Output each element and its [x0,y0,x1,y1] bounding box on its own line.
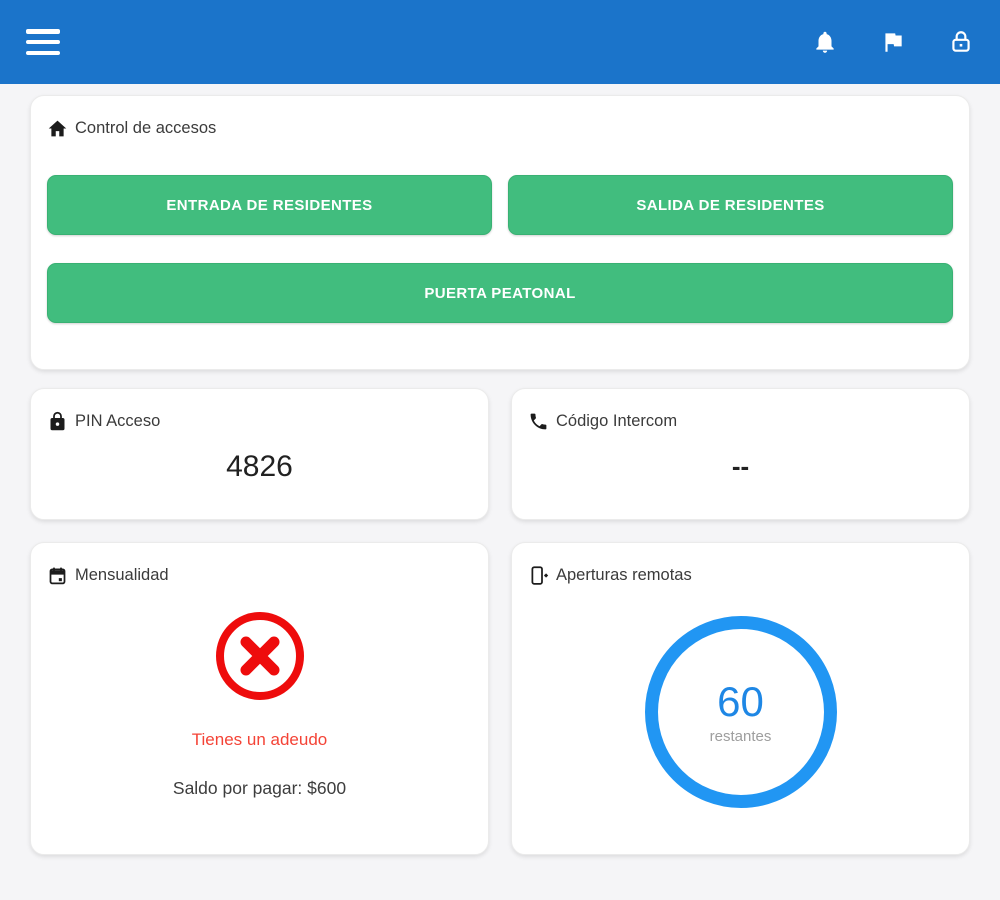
puerta-peatonal-button[interactable]: PUERTA PEATONAL [47,263,953,323]
access-buttons-row: ENTRADA DE RESIDENTES SALIDA DE RESIDENT… [47,175,953,235]
bell-icon[interactable] [812,29,838,55]
phone-icon [528,411,549,432]
app-bar-icons [812,29,974,55]
intercom-value: -- [731,451,750,481]
salida-residentes-button[interactable]: SALIDA DE RESIDENTES [508,175,953,235]
monthly-status-zone: Tienes un adeudo Saldo por pagar: $600 [47,586,472,838]
pin-card-title: PIN Acceso [75,412,161,430]
page: Control de accesos ENTRADA DE RESIDENTES… [0,0,1000,900]
calendar-icon [47,565,68,586]
intercom-card-header: Código Intercom [528,405,953,432]
remote-openings-title: Aperturas remotas [556,566,692,584]
padlock-icon [47,411,68,432]
status-row: Mensualidad Tienes un adeudo Saldo por p… [30,542,970,855]
pin-value: 4826 [226,449,293,483]
access-control-header: Control de accesos [47,112,953,139]
content: Control de accesos ENTRADA DE RESIDENTES… [0,84,1000,900]
monthly-card: Mensualidad Tienes un adeudo Saldo por p… [30,542,489,855]
remaining-openings-ring: 60 restantes [644,616,837,808]
pin-card: PIN Acceso 4826 [30,388,489,520]
pin-card-header: PIN Acceso [47,405,472,432]
flag-icon[interactable] [880,29,906,55]
intercom-card-title: Código Intercom [556,412,678,430]
remote-openings-card: Aperturas remotas 60 restantes [511,542,970,855]
smartphone-arrow-icon [528,565,549,586]
access-control-title: Control de accesos [75,119,217,137]
remaining-label: restantes [709,727,772,745]
access-control-card: Control de accesos ENTRADA DE RESIDENTES… [30,95,970,370]
hamburger-menu-icon[interactable] [26,29,60,55]
remote-ring-zone: 60 restantes [528,586,953,838]
error-cross-icon [215,612,304,700]
remote-openings-header: Aperturas remotas [528,559,953,586]
intercom-card: Código Intercom -- [511,388,970,520]
entrada-residentes-button[interactable]: ENTRADA DE RESIDENTES [47,175,492,235]
monthly-card-header: Mensualidad [47,559,472,586]
codes-row: PIN Acceso 4826 Código Intercom -- [30,388,970,520]
lock-icon[interactable] [948,29,974,55]
balance-due-text: Saldo por pagar: $600 [172,778,347,798]
home-icon [47,118,68,139]
remaining-count: 60 [717,678,764,726]
access-buttons-row-2: PUERTA PEATONAL [47,263,953,323]
monthly-card-title: Mensualidad [75,566,169,584]
debt-status-text: Tienes un adeudo [191,730,328,749]
app-bar [0,0,1000,84]
